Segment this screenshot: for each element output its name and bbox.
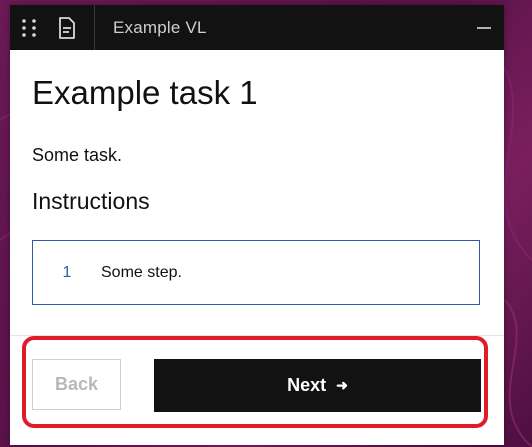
titlebar-divider — [94, 5, 95, 50]
step-number: 1 — [62, 263, 72, 281]
document-icon — [59, 16, 75, 39]
minimize-button[interactable] — [464, 5, 504, 50]
footer-divider — [10, 335, 504, 336]
arrow-right-icon: ➜ — [336, 377, 348, 393]
minimize-icon — [477, 26, 491, 29]
task-title: Example task 1 — [32, 74, 258, 111]
drag-dots-icon — [22, 18, 36, 37]
drag-handle[interactable] — [10, 5, 48, 50]
step-item: 1 Some step. — [32, 240, 480, 305]
step-text: Some step. — [101, 263, 182, 281]
instructions-heading: Instructions — [32, 188, 150, 214]
document-button[interactable] — [48, 5, 86, 50]
next-button[interactable]: Next ➜ — [154, 359, 481, 412]
back-button[interactable]: Back — [32, 359, 121, 410]
next-button-label: Next — [287, 375, 327, 395]
task-description: Some task. — [32, 145, 123, 165]
window-title: Example VL — [113, 17, 207, 37]
task-panel: Example VL Example task 1 Some task. Ins… — [10, 5, 504, 445]
title-bar: Example VL — [10, 5, 504, 50]
